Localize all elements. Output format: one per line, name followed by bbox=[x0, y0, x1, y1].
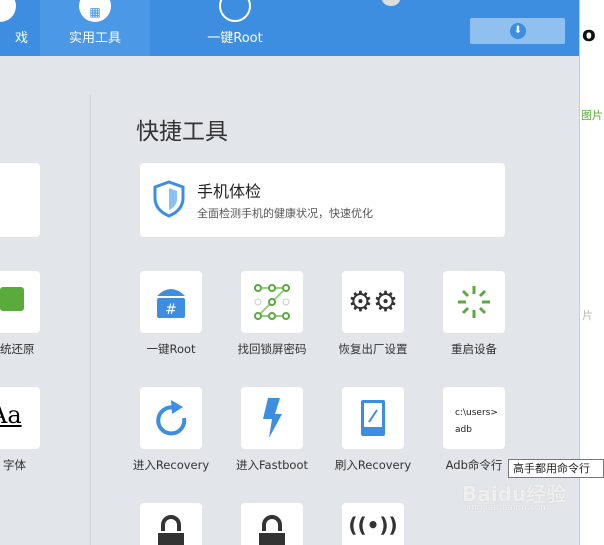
tile-label: 重启设备 bbox=[451, 342, 497, 356]
left-card[interactable] bbox=[0, 163, 40, 237]
tool-reboot[interactable] bbox=[443, 271, 505, 333]
android-root-icon: # bbox=[157, 289, 185, 318]
lightning-icon bbox=[263, 398, 282, 438]
tile-label: 恢复出厂设置 bbox=[338, 342, 408, 356]
tile-label: 一键Root bbox=[146, 342, 196, 356]
app-window: 戏 ▦ 实用工具 一键Root ⬇ 统还原 Aa 字体 快捷工具 手机体检 全面检… bbox=[0, 0, 580, 545]
checkup-desc: 全面检测手机的健康状况，快速优化 bbox=[197, 207, 373, 220]
tab-root[interactable]: 一键Root bbox=[180, 0, 290, 56]
lock-icon bbox=[259, 515, 285, 545]
tile-label: 进入Recovery bbox=[132, 458, 210, 472]
top-nav: 戏 ▦ 实用工具 一键Root ⬇ bbox=[0, 0, 579, 56]
tab-label: 一键Root bbox=[207, 31, 263, 46]
download-icon: ⬇ bbox=[510, 23, 526, 39]
font-icon: Aa bbox=[0, 401, 22, 429]
checkup-title: 手机体检 bbox=[197, 182, 262, 201]
wireless-icon: ((•)) bbox=[348, 513, 398, 537]
tool-fastboot[interactable] bbox=[241, 387, 303, 449]
tablet-edit-icon bbox=[361, 400, 385, 436]
root-icon bbox=[219, 0, 251, 22]
background-link[interactable]: 图片 bbox=[581, 107, 603, 123]
watermark-url: jingyan.baidu.com bbox=[466, 503, 550, 513]
pattern-lock-icon bbox=[254, 284, 290, 320]
section-title: 快捷工具 bbox=[136, 119, 228, 145]
terminal-icon-text: adb bbox=[455, 425, 472, 435]
tool-lock-2[interactable] bbox=[241, 503, 303, 545]
tool-enter-recovery[interactable] bbox=[140, 387, 202, 449]
tab-tools[interactable]: ▦ 实用工具 bbox=[40, 0, 150, 56]
tab-label: 戏 bbox=[14, 31, 28, 46]
left-tile-restore[interactable] bbox=[0, 271, 40, 333]
tile-label: 刷入Recovery bbox=[334, 458, 412, 472]
grid-icon: ▦ bbox=[79, 0, 111, 22]
lock-icon bbox=[158, 515, 184, 545]
download-button[interactable]: ⬇ bbox=[470, 18, 565, 44]
tool-pattern[interactable] bbox=[241, 271, 303, 333]
background-text: o bbox=[582, 22, 596, 46]
left-tile-font[interactable]: Aa bbox=[0, 387, 40, 449]
tile-label: 找回锁屏密码 bbox=[237, 342, 307, 356]
tool-adb[interactable]: c:\users> adb bbox=[443, 387, 505, 449]
avatar[interactable] bbox=[382, 0, 400, 6]
tile-label: 进入Fastboot bbox=[236, 458, 308, 472]
refresh-icon bbox=[156, 400, 187, 436]
tile-label: 统还原 bbox=[0, 342, 35, 356]
tool-factory-reset[interactable]: ⚙⚙ bbox=[342, 271, 404, 333]
restart-spinner-icon bbox=[458, 286, 490, 318]
tool-wireless[interactable]: ((•)) bbox=[342, 503, 404, 545]
tool-root[interactable]: # bbox=[140, 271, 202, 333]
phone-checkup-card[interactable]: 手机体检 全面检测手机的健康状况，快速优化 bbox=[140, 163, 505, 237]
shield-icon bbox=[153, 180, 185, 218]
background-text: 片 bbox=[582, 309, 593, 322]
restore-icon bbox=[0, 287, 24, 311]
divider bbox=[90, 95, 91, 545]
tab-label: 实用工具 bbox=[68, 31, 121, 46]
tab-games[interactable]: 戏 bbox=[0, 0, 40, 56]
tool-flash-recovery[interactable] bbox=[342, 387, 404, 449]
gears-icon: ⚙⚙ bbox=[347, 285, 399, 318]
tool-unlock[interactable] bbox=[140, 503, 202, 545]
svg-text:#: # bbox=[165, 302, 177, 318]
terminal-icon-text: c:\users> bbox=[455, 408, 498, 418]
tooltip: 高手都用命令行 bbox=[508, 459, 604, 478]
tile-label: 字体 bbox=[3, 458, 26, 472]
